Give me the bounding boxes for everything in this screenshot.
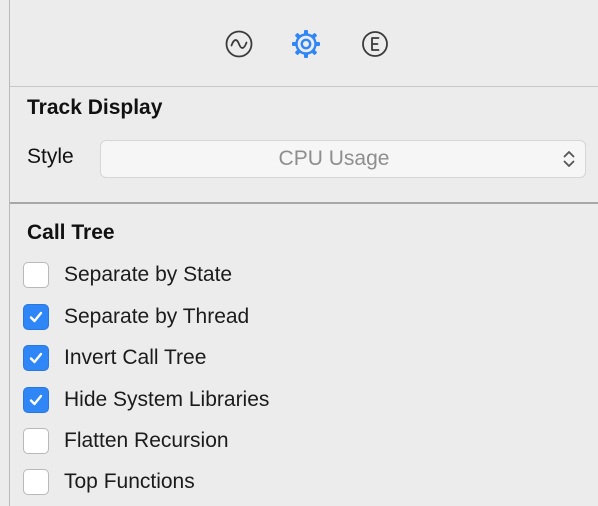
checkmark-icon <box>29 311 43 323</box>
option-label: Top Functions <box>64 470 195 493</box>
option-label: Hide System Libraries <box>64 388 270 411</box>
checkbox[interactable] <box>23 428 49 454</box>
style-popup-value: CPU Usage <box>278 147 390 170</box>
gear-icon[interactable] <box>290 28 322 60</box>
checkmark-icon <box>29 394 43 406</box>
extended-detail-icon[interactable] <box>359 28 391 60</box>
option-separate-by-state[interactable]: Separate by State <box>23 260 232 290</box>
chevron-up-down-icon <box>563 151 575 167</box>
inspector-panel: Track Display Style CPU Usage Call Tree … <box>0 0 598 506</box>
option-label: Separate by Thread <box>64 305 250 328</box>
call-tree-heading: Call Tree <box>27 221 115 244</box>
option-flatten-recursion[interactable]: Flatten Recursion <box>23 426 229 456</box>
option-top-functions[interactable]: Top Functions <box>23 467 195 497</box>
option-label: Invert Call Tree <box>64 346 207 369</box>
checkbox[interactable] <box>23 387 49 413</box>
style-popup-button[interactable]: CPU Usage <box>100 140 586 178</box>
waveform-icon[interactable] <box>223 28 255 60</box>
checkbox[interactable] <box>23 469 49 495</box>
option-hide-system-libraries[interactable]: Hide System Libraries <box>23 385 269 415</box>
option-label: Flatten Recursion <box>64 429 229 452</box>
checkbox[interactable] <box>23 345 49 371</box>
option-separate-by-thread[interactable]: Separate by Thread <box>23 302 249 332</box>
style-label: Style <box>27 145 74 168</box>
toolbar-divider <box>10 86 598 87</box>
inspector-toolbar <box>10 0 598 86</box>
track-display-heading: Track Display <box>27 96 163 119</box>
checkbox[interactable] <box>23 262 49 288</box>
option-label: Separate by State <box>64 263 233 286</box>
section-divider <box>10 202 598 204</box>
option-invert-call-tree[interactable]: Invert Call Tree <box>23 343 206 373</box>
checkbox[interactable] <box>23 304 49 330</box>
checkmark-icon <box>29 352 43 364</box>
